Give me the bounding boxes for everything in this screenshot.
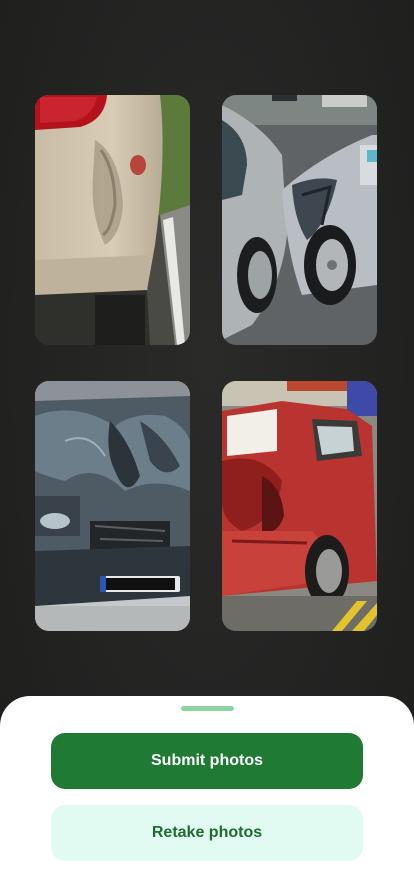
car-photo-icon	[35, 381, 190, 631]
sheet-drag-handle[interactable]	[181, 706, 234, 711]
photo-rear-dent[interactable]	[35, 95, 190, 345]
photo-side-collision[interactable]	[222, 95, 377, 345]
retake-photos-button[interactable]: Retake photos	[51, 805, 363, 861]
car-photo-icon	[35, 95, 190, 345]
car-photo-icon	[222, 381, 377, 631]
photo-red-car-damage[interactable]	[222, 381, 377, 631]
submit-photos-button[interactable]: Submit photos	[51, 733, 363, 789]
photo-front-crash[interactable]	[35, 381, 190, 631]
bottom-sheet: Submit photos Retake photos	[0, 696, 414, 896]
car-photo-icon	[222, 95, 377, 345]
